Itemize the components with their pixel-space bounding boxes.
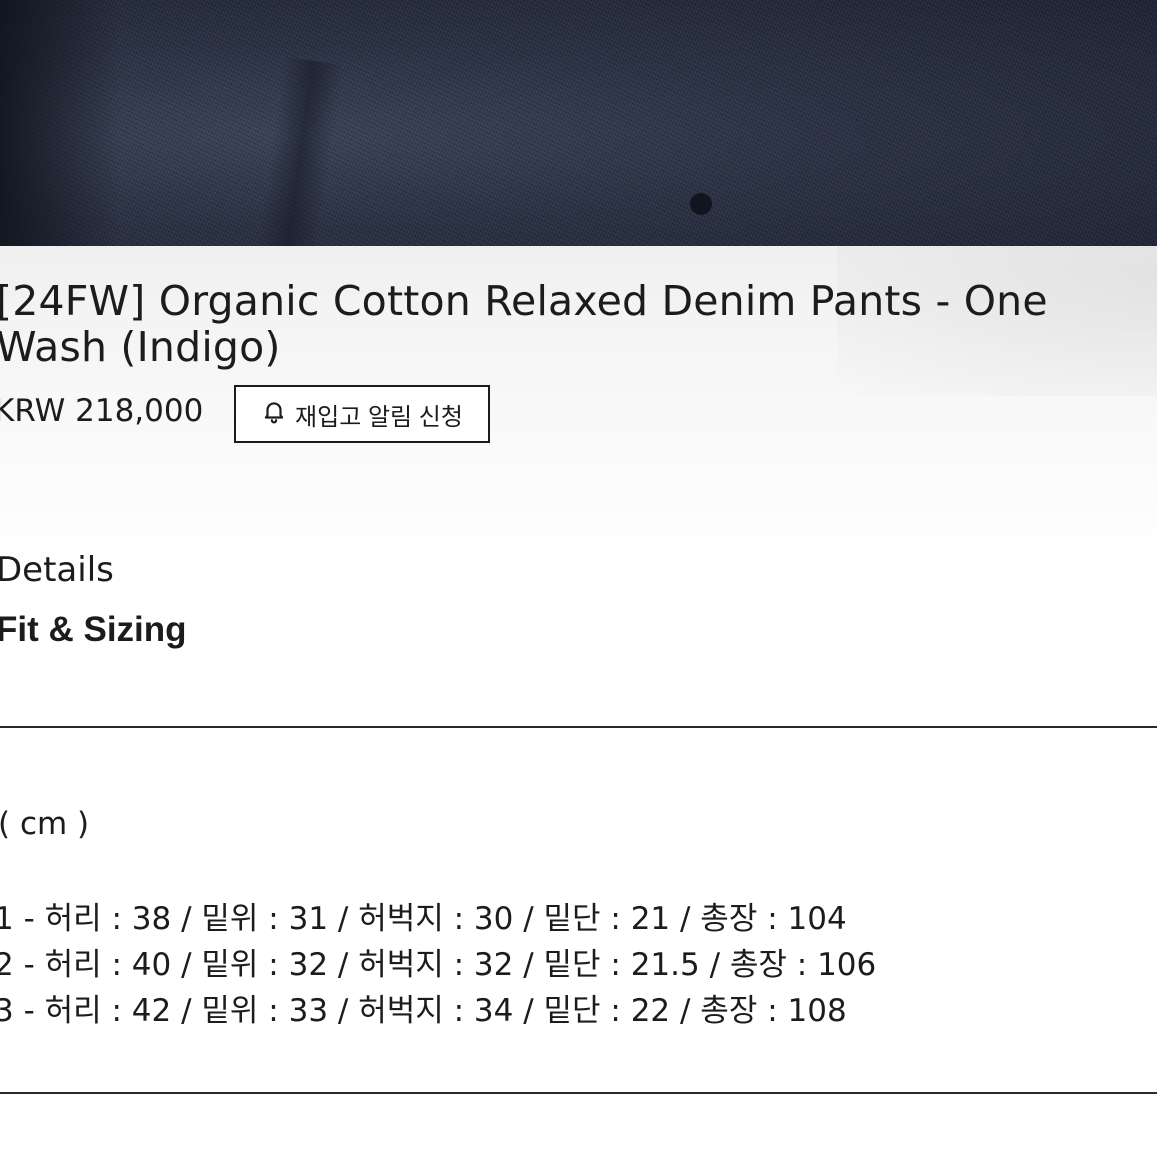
restock-notify-button[interactable]: 재입고 알림 신청 xyxy=(234,385,490,443)
size-row: 1 - 허리 : 38 / 밑위 : 31 / 허벅지 : 30 / 밑단 : … xyxy=(0,901,847,937)
details-accordion[interactable]: Details xyxy=(0,550,114,590)
restock-notify-label: 재입고 알림 신청 xyxy=(295,403,463,431)
product-image[interactable] xyxy=(0,0,1157,246)
section-divider-bottom xyxy=(0,1092,1157,1094)
size-chart-list: 1 - 허리 : 38 / 밑위 : 31 / 허벅지 : 30 / 밑단 : … xyxy=(0,896,876,1034)
product-title: [24FW] Organic Cotton Relaxed Denim Pant… xyxy=(0,277,1048,371)
size-row: 2 - 허리 : 40 / 밑위 : 32 / 허벅지 : 32 / 밑단 : … xyxy=(0,947,877,983)
section-divider-top xyxy=(0,726,1157,728)
image-shadow xyxy=(0,0,120,246)
size-row: 3 - 허리 : 42 / 밑위 : 33 / 허벅지 : 34 / 밑단 : … xyxy=(0,993,847,1029)
bell-icon xyxy=(261,398,287,431)
size-unit-label: ( cm ) xyxy=(0,806,90,842)
fit-sizing-accordion[interactable]: Fit & Sizing xyxy=(0,610,187,650)
product-price: KRW 218,000 xyxy=(0,393,204,429)
fabric-fold xyxy=(256,56,344,246)
carousel-indicator-dot[interactable] xyxy=(690,193,712,215)
